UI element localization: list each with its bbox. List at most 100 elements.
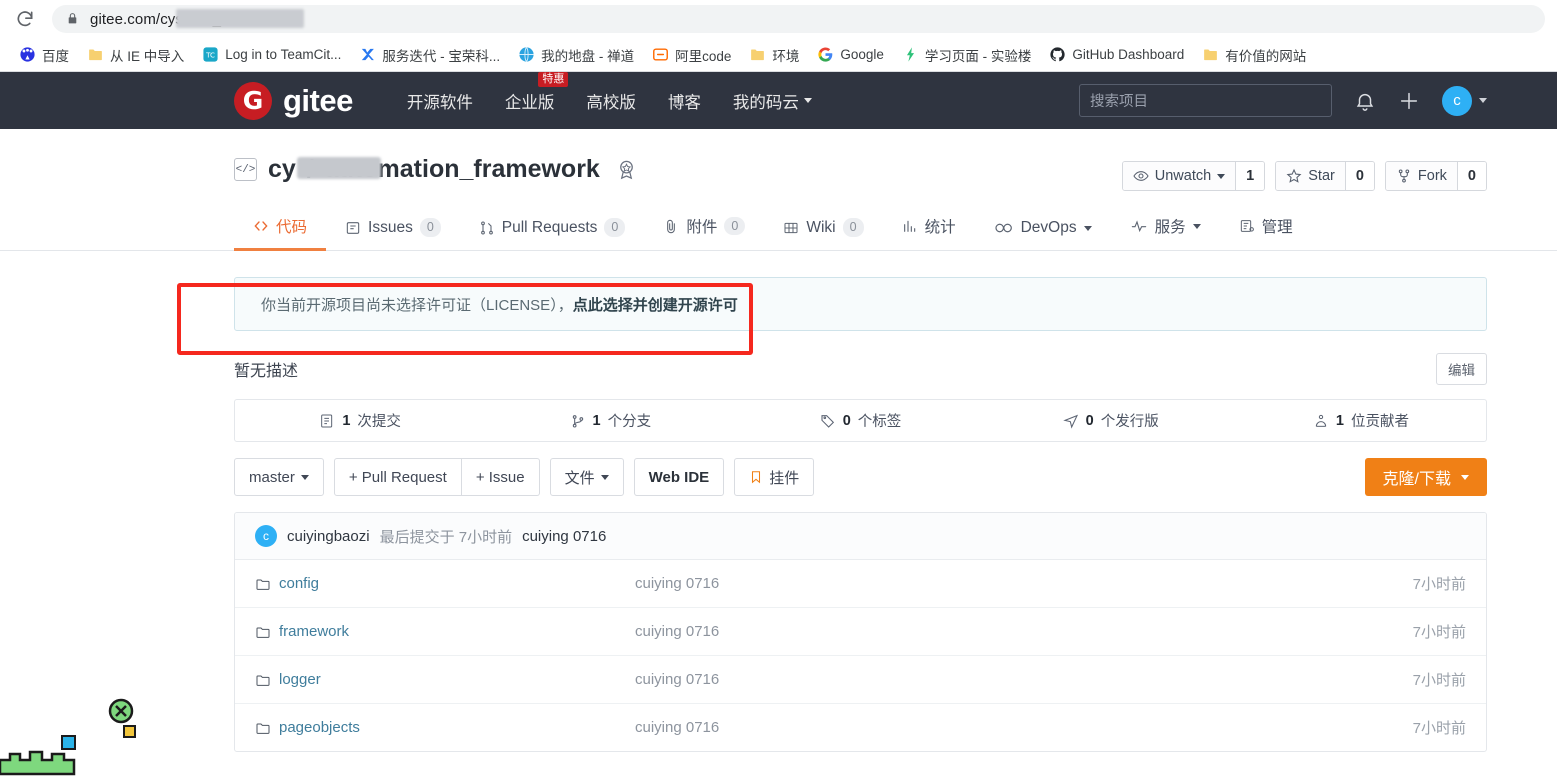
stat-contributors[interactable]: 1 位贡献者 [1236, 410, 1486, 431]
file-commit-message: cuiying 0716 [635, 671, 720, 688]
bookmark-service-iteration[interactable]: 服务迭代 - 宝荣科... [350, 42, 509, 68]
tab-services[interactable]: 服务 [1111, 206, 1220, 251]
watch-label: Unwatch [1154, 168, 1212, 184]
stat-releases[interactable]: 0 个发行版 [986, 410, 1236, 431]
nav-item-my-gitee[interactable]: 我的码云 [733, 89, 812, 113]
folder-icon [255, 624, 271, 640]
bell-icon[interactable] [1354, 90, 1376, 112]
repo-owner-link[interactable]: cy [268, 155, 381, 184]
license-banner-link[interactable]: 点此选择并创建开源许可 [573, 294, 738, 315]
watch-button-group[interactable]: Unwatch 1 [1121, 161, 1266, 191]
create-buttons: + Pull Request + Issue [333, 458, 540, 496]
bookmark-zentao[interactable]: 我的地盘 - 禅道 [509, 42, 643, 68]
bookmark-label: GitHub Dashboard [1072, 47, 1185, 62]
bookmark-alibaba-code[interactable]: 阿里code [643, 42, 740, 68]
clone-label: 克隆/下载 [1382, 471, 1451, 488]
watch-button[interactable]: Unwatch [1122, 162, 1236, 190]
stat-count: 1 [592, 412, 601, 429]
gitee-logo-mark: G [234, 81, 272, 120]
browser-chrome: gitee.com/cysu on_framework 百度 从 IE 中导入 [0, 0, 1557, 72]
file-commit-message: cuiying 0716 [635, 719, 720, 736]
repo-owner-text: cy [268, 155, 296, 183]
folder-icon [1204, 49, 1218, 61]
branch-selector[interactable]: master [234, 458, 324, 496]
bookmark-baidu[interactable]: 百度 [10, 42, 78, 68]
folder-icon [255, 720, 271, 736]
tab-issues[interactable]: Issues 0 [326, 209, 460, 251]
nav-item-education[interactable]: 高校版 [586, 89, 636, 113]
widget-button[interactable]: 挂件 [734, 458, 815, 496]
nav-label: 开源软件 [406, 93, 473, 112]
files-menu-button[interactable]: 文件 [549, 458, 624, 496]
fork-icon [1398, 169, 1410, 183]
folder-icon [255, 576, 271, 592]
star-button[interactable]: Star [1276, 162, 1345, 190]
bookmark-environment[interactable]: 环境 [740, 42, 808, 68]
medal-icon[interactable] [615, 158, 638, 181]
book-icon [783, 220, 799, 236]
commit-meta: 最后提交于 7小时前 [379, 528, 513, 546]
table-row[interactable]: framework cuiying 0716 7小时前 [235, 608, 1486, 656]
table-row[interactable]: pageobjects cuiying 0716 7小时前 [235, 704, 1486, 751]
stat-commits[interactable]: 1 次提交 [235, 410, 485, 431]
nav-item-enterprise[interactable]: 企业版 特惠 [505, 71, 569, 113]
user-menu[interactable]: c [1442, 85, 1487, 116]
bookmark-teamcity[interactable]: TC Log in to TeamCit... [193, 43, 350, 66]
tab-statistics[interactable]: 统计 [883, 206, 975, 251]
bookmark-google[interactable]: Google [808, 43, 893, 66]
reload-icon[interactable] [12, 6, 38, 32]
teamcity-icon: TC [203, 47, 218, 62]
nav-item-opensource[interactable]: 开源软件 [407, 89, 473, 113]
fork-button[interactable]: Fork [1385, 162, 1457, 190]
tab-devops[interactable]: DevOps [975, 210, 1111, 251]
bookmark-shiyanlou[interactable]: 学习页面 - 实验楼 [893, 42, 1041, 68]
file-name-cell[interactable]: framework [255, 623, 635, 640]
stat-count: 0 [842, 412, 851, 429]
table-row[interactable]: config cuiying 0716 7小时前 [235, 560, 1486, 608]
plus-icon[interactable] [1398, 90, 1420, 112]
svg-text:TC: TC [205, 50, 215, 59]
site-nav: 开源软件 企业版 特惠 高校版 博客 我的码云 [407, 71, 812, 113]
tab-label: Issues [368, 218, 413, 236]
tab-attachments[interactable]: 附件 0 [644, 206, 764, 251]
tab-pull-requests[interactable]: Pull Requests 0 [460, 209, 645, 251]
tab-manage[interactable]: 管理 [1220, 206, 1312, 251]
stat-branches[interactable]: 1 个分支 [485, 410, 735, 431]
files-label: 文件 [564, 469, 595, 487]
clone-download-button[interactable]: 克隆/下载 [1364, 458, 1487, 496]
stat-tags[interactable]: 0 个标签 [735, 410, 985, 431]
folder-icon [255, 672, 271, 688]
nav-item-blog[interactable]: 博客 [668, 89, 701, 113]
fork-button-group[interactable]: Fork 0 [1384, 161, 1487, 191]
bookmark-github-dashboard[interactable]: GitHub Dashboard [1040, 43, 1193, 66]
star-count: 0 [1344, 162, 1374, 190]
bookmark-ie-import[interactable]: 从 IE 中导入 [78, 42, 193, 68]
url-text: gitee.com/cysu on_framework [90, 8, 304, 28]
repo-toolbar: master + Pull Request + Issue 文件 Web IDE… [234, 458, 1487, 496]
search-input[interactable]: 搜索项目 [1079, 84, 1332, 117]
file-name-cell[interactable]: config [255, 575, 635, 592]
star-button-group[interactable]: Star 0 [1275, 161, 1375, 191]
bookmark-icon [749, 469, 763, 485]
table-row[interactable]: logger cuiying 0716 7小时前 [235, 656, 1486, 704]
edit-description-button[interactable]: 编辑 [1436, 353, 1487, 385]
tab-wiki[interactable]: Wiki 0 [764, 209, 882, 251]
description-row: 暂无描述 编辑 [234, 353, 1487, 385]
url-redaction-blur [176, 8, 304, 28]
bookmarks-bar: 百度 从 IE 中导入 TC Log in to TeamCit... 服务迭代… [0, 38, 1557, 72]
repo-title: </> cy / automation_framework [234, 155, 638, 184]
stat-count: 1 [342, 412, 351, 429]
new-issue-button[interactable]: + Issue [461, 458, 540, 496]
shiyanlou-icon [906, 47, 914, 62]
web-ide-button[interactable]: Web IDE [633, 458, 725, 496]
file-name-cell[interactable]: logger [255, 671, 635, 688]
file-name-cell[interactable]: pageobjects [255, 719, 635, 736]
gitee-logo[interactable]: G gitee [234, 81, 353, 120]
new-pull-request-button[interactable]: + Pull Request [333, 458, 462, 496]
address-bar[interactable]: gitee.com/cysu on_framework [52, 5, 1545, 33]
bookmark-valuable-sites[interactable]: 有价值的网站 [1193, 42, 1315, 68]
commit-author[interactable]: cuiyingbaozi [287, 528, 370, 545]
commit-message[interactable]: cuiying 0716 [522, 528, 606, 545]
tab-code[interactable]: 代码 [234, 206, 327, 251]
tag-icon [820, 413, 836, 429]
